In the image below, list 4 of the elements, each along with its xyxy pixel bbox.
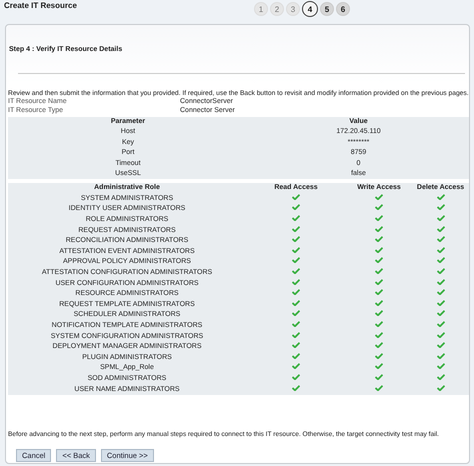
step-indicator[interactable]: 6 bbox=[336, 2, 350, 16]
step-indicator[interactable]: 5 bbox=[320, 2, 334, 16]
step-indicator[interactable]: 4 bbox=[302, 1, 318, 17]
page-title: Create IT Resource bbox=[4, 0, 78, 10]
